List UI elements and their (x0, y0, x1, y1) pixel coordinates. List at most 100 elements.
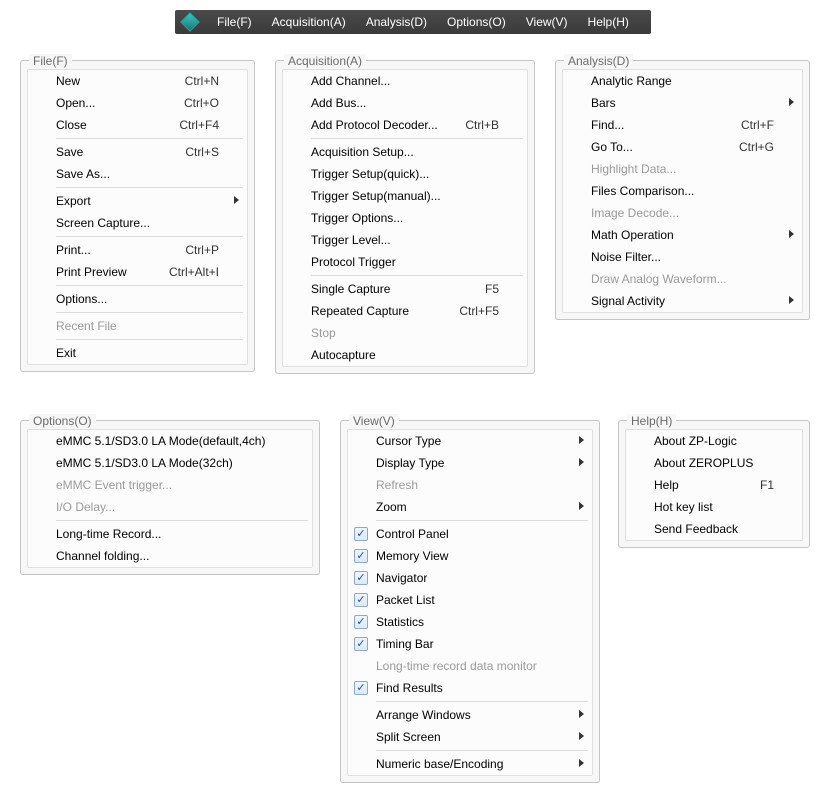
menu-item-label: Analytic Range (591, 74, 774, 88)
menu-item[interactable]: Open...Ctrl+O (28, 92, 247, 114)
chevron-right-icon (579, 502, 584, 510)
menu-item[interactable]: Long-time Record... (28, 523, 312, 545)
menu-item[interactable]: ✓Navigator (348, 567, 592, 589)
menu-item[interactable]: Bars (563, 92, 802, 114)
menu-item[interactable]: Files Comparison... (563, 180, 802, 202)
menu-item[interactable]: Numeric base/Encoding (348, 753, 592, 775)
menu-item[interactable]: HelpF1 (626, 474, 802, 496)
menu-separator (56, 138, 243, 139)
menu-item: I/O Delay... (28, 496, 312, 518)
menu-item[interactable]: Hot key list (626, 496, 802, 518)
menu-item[interactable]: eMMC 5.1/SD3.0 LA Mode(32ch) (28, 452, 312, 474)
menu-item[interactable]: ✓Timing Bar (348, 633, 592, 655)
menu-item[interactable]: Acquisition Setup... (283, 141, 527, 163)
menubar-item-options[interactable]: Options(O) (437, 10, 516, 34)
menu-item-label: Timing Bar (376, 637, 564, 651)
menu-item[interactable]: ✓Memory View (348, 545, 592, 567)
menubar-item-view[interactable]: View(V) (516, 10, 578, 34)
menu-item[interactable]: Repeated CaptureCtrl+F5 (283, 300, 527, 322)
menu-item-label: Add Channel... (311, 74, 499, 88)
menubar-item-file[interactable]: File(F) (207, 10, 262, 34)
menu-item-label: I/O Delay... (56, 500, 284, 514)
menu-item: Stop (283, 322, 527, 344)
menu-item[interactable]: ✓Control Panel (348, 523, 592, 545)
menu-item[interactable]: Add Channel... (283, 70, 527, 92)
menu-panel-title: Analysis(D) (564, 54, 633, 68)
menubar-item-acquisition[interactable]: Acquisition(A) (262, 10, 356, 34)
menu-item[interactable]: Trigger Setup(quick)... (283, 163, 527, 185)
menu-panel-title: Help(H) (627, 414, 676, 428)
menu-item[interactable]: Arrange Windows (348, 704, 592, 726)
menu-item-shortcut: Ctrl+G (739, 140, 774, 154)
chevron-right-icon (579, 710, 584, 718)
menu-item[interactable]: Print...Ctrl+P (28, 239, 247, 261)
menu-item[interactable]: Exit (28, 342, 247, 364)
menu-item-label: Add Protocol Decoder... (311, 118, 445, 132)
menu-separator (56, 339, 243, 340)
menu-item-label: Protocol Trigger (311, 255, 499, 269)
menu-item[interactable]: Find...Ctrl+F (563, 114, 802, 136)
menu-panel-title: Acquisition(A) (284, 54, 366, 68)
menu-item[interactable]: Noise Filter... (563, 246, 802, 268)
menu-separator (56, 236, 243, 237)
chevron-right-icon (579, 759, 584, 767)
check-icon: ✓ (354, 593, 368, 607)
menu-item-label: Find... (591, 118, 721, 132)
menu-item[interactable]: Screen Capture... (28, 212, 247, 234)
menu-item-label: Arrange Windows (376, 708, 564, 722)
menu-item-label: Cursor Type (376, 434, 564, 448)
menu-item[interactable]: CloseCtrl+F4 (28, 114, 247, 136)
menu-item[interactable]: Autocapture (283, 344, 527, 366)
menu-item-label: About ZP-Logic (654, 434, 774, 448)
menu-item[interactable]: ✓Statistics (348, 611, 592, 633)
menu-item[interactable]: About ZEROPLUS (626, 452, 802, 474)
menu-item[interactable]: Print PreviewCtrl+Alt+I (28, 261, 247, 283)
menu-item-label: Signal Activity (591, 294, 774, 308)
menu-item[interactable]: ✓Packet List (348, 589, 592, 611)
menu-item[interactable]: Analytic Range (563, 70, 802, 92)
menu-item[interactable]: Channel folding... (28, 545, 312, 567)
menu-item[interactable]: Options... (28, 288, 247, 310)
menu-item[interactable]: Split Screen (348, 726, 592, 748)
menu-panel-help: Help(H)About ZP-LogicAbout ZEROPLUSHelpF… (618, 420, 810, 548)
menu-item-label: Trigger Setup(quick)... (311, 167, 499, 181)
menu-item-label: Draw Analog Waveform... (591, 272, 774, 286)
menu-item[interactable]: Signal Activity (563, 290, 802, 312)
menubar-item-analysis[interactable]: Analysis(D) (356, 10, 437, 34)
menu-item[interactable]: Trigger Options... (283, 207, 527, 229)
menu-item-label: Trigger Level... (311, 233, 499, 247)
menu-item[interactable]: Save As... (28, 163, 247, 185)
menu-item[interactable]: Trigger Setup(manual)... (283, 185, 527, 207)
menu-item[interactable]: Save Ctrl+S (28, 141, 247, 163)
menu-item[interactable]: eMMC 5.1/SD3.0 LA Mode(default,4ch) (28, 430, 312, 452)
chevron-right-icon (579, 458, 584, 466)
menu-item-shortcut: Ctrl+S (185, 145, 219, 159)
menu-item[interactable]: Protocol Trigger (283, 251, 527, 273)
menu-item[interactable]: Add Protocol Decoder...Ctrl+B (283, 114, 527, 136)
menu-item[interactable]: Send Feedback (626, 518, 802, 540)
menu-item-label: Save (56, 145, 165, 159)
menu-item-label: Noise Filter... (591, 250, 774, 264)
menubar-item-help[interactable]: Help(H) (578, 10, 639, 34)
menu-item[interactable]: About ZP-Logic (626, 430, 802, 452)
menu-item-shortcut: Ctrl+F5 (459, 304, 499, 318)
menu-item[interactable]: Zoom (348, 496, 592, 518)
menu-separator (311, 275, 523, 276)
menu-item[interactable]: Math Operation (563, 224, 802, 246)
menu-item[interactable]: Go To...Ctrl+G (563, 136, 802, 158)
menu-item-label: Channel folding... (56, 549, 284, 563)
menu-item[interactable]: NewCtrl+N (28, 70, 247, 92)
menu-item[interactable]: Cursor Type (348, 430, 592, 452)
chevron-right-icon (234, 196, 239, 204)
menu-item-label: Acquisition Setup... (311, 145, 499, 159)
menu-item[interactable]: Add Bus... (283, 92, 527, 114)
chevron-right-icon (789, 98, 794, 106)
menu-item[interactable]: ✓Find Results (348, 677, 592, 699)
menu-separator (56, 520, 308, 521)
menu-item-label: Recent File (56, 319, 219, 333)
menu-item[interactable]: Trigger Level... (283, 229, 527, 251)
menu-item-label: Files Comparison... (591, 184, 774, 198)
menu-item[interactable]: Display Type (348, 452, 592, 474)
menu-item[interactable]: Export (28, 190, 247, 212)
menu-item[interactable]: Single CaptureF5 (283, 278, 527, 300)
